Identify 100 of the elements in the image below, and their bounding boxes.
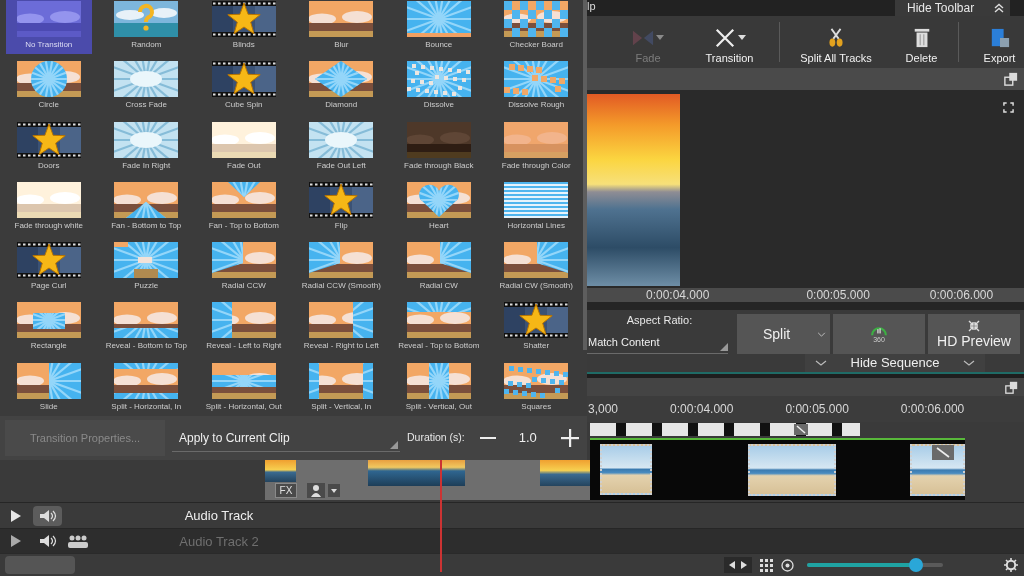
- transition-track[interactable]: [590, 423, 860, 436]
- clip-thumbnail: [540, 460, 590, 486]
- transition-tile[interactable]: Page Curl: [5, 241, 92, 296]
- stripes-thumbnail: [504, 181, 569, 218]
- chevron-down-icon: [817, 331, 826, 337]
- transition-tile[interactable]: Blur: [298, 0, 385, 54]
- delete-button[interactable]: Delete: [900, 16, 943, 68]
- play-icon[interactable]: [11, 535, 21, 547]
- video-clip[interactable]: FX: [265, 460, 590, 500]
- transition-tile[interactable]: Squares: [493, 361, 580, 416]
- play-icon[interactable]: [11, 509, 21, 522]
- scrollbar[interactable]: [583, 0, 587, 350]
- gauge-icon: [870, 324, 888, 336]
- ruler-time-label: 0:00:04.000: [646, 288, 710, 302]
- landscape-thumbnail: [16, 1, 81, 37]
- ruler-time-label: 0:00:05.000: [785, 402, 849, 416]
- transition-tile[interactable]: Flip: [298, 180, 385, 235]
- split-all-tracks-button[interactable]: Split All Tracks: [794, 16, 878, 68]
- transition-tile[interactable]: Fade In Right: [103, 120, 190, 175]
- transition-button[interactable]: Transition: [701, 16, 758, 68]
- transition-tile[interactable]: Fade through white: [5, 180, 92, 235]
- landscape-thumbnail: [406, 121, 471, 158]
- landscape-thumbnail: [309, 61, 374, 98]
- film-star-thumbnail: [211, 1, 276, 37]
- landscape-thumbnail: [309, 1, 374, 37]
- rays-thumbnail: [504, 61, 569, 98]
- landscape-thumbnail: [504, 242, 569, 279]
- transition-tile[interactable]: Slide: [5, 361, 92, 416]
- checker-thumbnail: [504, 362, 569, 399]
- target-icon[interactable]: [781, 558, 794, 572]
- video-clip[interactable]: [590, 440, 965, 500]
- diagonal-line-icon[interactable]: [794, 424, 808, 435]
- window-restore-icon[interactable]: [1004, 72, 1018, 86]
- caret-down-icon[interactable]: [328, 484, 340, 497]
- transition-tile[interactable]: Dissolve Rough: [493, 60, 580, 115]
- landscape-thumbnail: [406, 302, 471, 339]
- gear-icon[interactable]: [1004, 558, 1018, 572]
- transition-tile[interactable]: Random: [103, 0, 190, 54]
- clip-thumbnail: [600, 444, 652, 495]
- minus-icon: [479, 437, 496, 439]
- export-button[interactable]: Export: [975, 16, 1024, 68]
- apply-to-dropdown[interactable]: Apply to Current Clip: [172, 424, 400, 452]
- ruler-time-label: 3,000: [588, 402, 619, 416]
- transition-tile[interactable]: Diamond: [298, 60, 385, 115]
- window-restore-icon[interactable]: [1005, 380, 1018, 394]
- landscape-thumbnail: [211, 121, 276, 158]
- transition-tile[interactable]: Fade Out Left: [298, 120, 385, 175]
- transition-tile[interactable]: Cube Spin: [200, 60, 287, 115]
- transition-tile[interactable]: Cross Fade: [103, 60, 190, 115]
- transition-tile[interactable]: Split - Vertical, In: [298, 361, 385, 416]
- transition-tile[interactable]: Puzzle: [103, 241, 190, 296]
- hide-sequence-tab[interactable]: Hide Sequence: [805, 354, 985, 372]
- film-star-thumbnail: [211, 61, 276, 98]
- transition-tile[interactable]: Rectangle: [5, 301, 92, 356]
- transition-tile[interactable]: No Transition: [5, 0, 92, 54]
- fullscreen-icon[interactable]: [1003, 102, 1014, 113]
- clip-thumbnail: [265, 460, 296, 482]
- person-icon[interactable]: [307, 483, 325, 498]
- speaker-button[interactable]: [33, 505, 62, 526]
- transition-tile[interactable]: Circle: [5, 60, 92, 115]
- slider-thumb[interactable]: [908, 558, 923, 572]
- ruler-time-label: 0:00:04.000: [670, 402, 734, 416]
- transition-tile[interactable]: Fade through Black: [395, 120, 482, 175]
- landscape-thumbnail: [16, 362, 81, 399]
- ruler-time-label: 0:00:06.000: [929, 288, 994, 302]
- film-star-thumbnail: [16, 121, 81, 158]
- corner-triangle-icon: [390, 441, 398, 449]
- menu-label[interactable]: lp: [587, 0, 596, 13]
- landscape-thumbnail: [114, 181, 179, 218]
- hd-preview-button[interactable]: HD Preview: [928, 314, 1020, 354]
- transition-tile[interactable]: Fade through Color: [493, 120, 580, 175]
- transition-tile[interactable]: Fade Out: [200, 120, 287, 175]
- rays-thumbnail: [114, 121, 179, 158]
- track-name: Audio Track: [183, 508, 255, 523]
- transition-tile[interactable]: Horizontal Lines: [493, 180, 580, 235]
- duration-field[interactable]: 1.0: [506, 426, 549, 450]
- hide-toolbar-button[interactable]: Hide Toolbar: [895, 0, 1010, 16]
- corner-triangle-icon: [720, 343, 728, 351]
- transition-tile[interactable]: Dissolve: [395, 60, 482, 115]
- split-button[interactable]: Split: [737, 314, 830, 354]
- rays-thumbnail: [309, 121, 374, 158]
- bowtie-icon: [632, 28, 654, 48]
- left-right-arrows-icon[interactable]: [724, 557, 752, 573]
- landscape-thumbnail: [406, 242, 471, 279]
- plus-button[interactable]: [558, 427, 581, 449]
- landscape-thumbnail: [211, 242, 276, 279]
- ruler-time-label: 0:00:06.000: [900, 402, 965, 416]
- transition-tile[interactable]: Radial CCW: [200, 241, 287, 296]
- transition-tile[interactable]: Radial CW: [395, 241, 482, 296]
- grid-icon[interactable]: [760, 558, 773, 572]
- rays-thumbnail: [114, 242, 179, 279]
- duration-label: Duration (s):: [407, 430, 465, 446]
- transition-tile[interactable]: Checker Board: [493, 0, 580, 54]
- transition-tile[interactable]: Bounce: [395, 0, 482, 54]
- transition-tile[interactable]: Blinds: [200, 0, 287, 54]
- transition-tile[interactable]: Heart: [395, 180, 482, 235]
- transition-tile[interactable]: Doors: [5, 120, 92, 175]
- fx-button[interactable]: FX: [275, 483, 297, 498]
- transition-tile[interactable]: Shatter: [493, 301, 580, 356]
- double-chevron-up-icon: [994, 3, 1004, 13]
